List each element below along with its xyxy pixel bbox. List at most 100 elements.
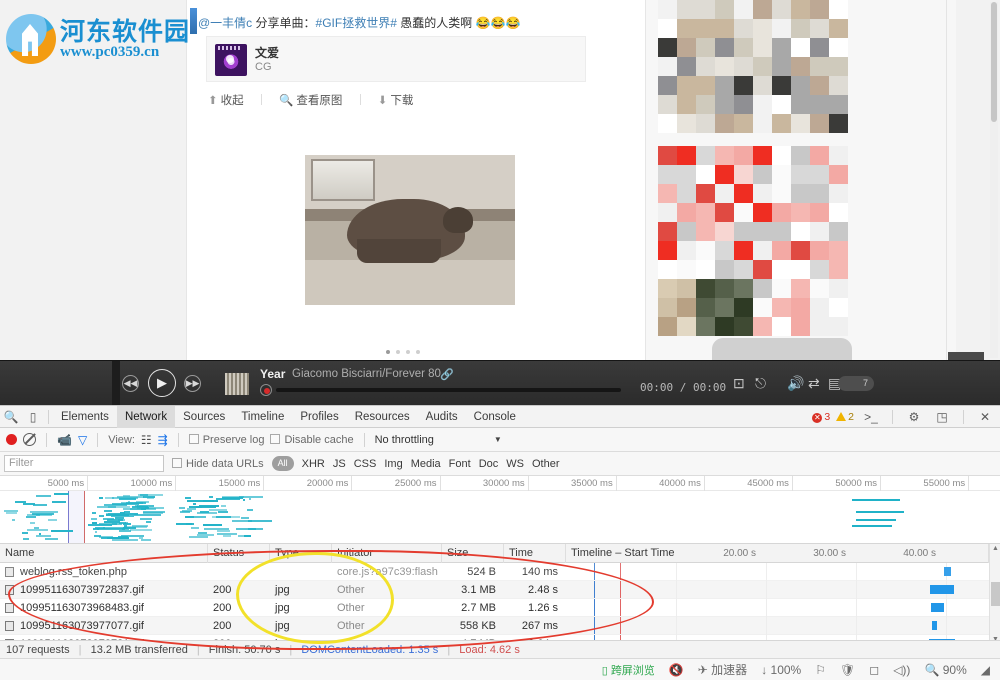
tab-audits[interactable]: Audits bbox=[418, 406, 466, 428]
mosaic-pixel bbox=[772, 279, 791, 298]
sound-icon[interactable]: ◁)) bbox=[893, 663, 910, 677]
mosaic-pixel bbox=[696, 146, 715, 165]
error-count-badge[interactable]: ✕3 bbox=[812, 411, 830, 423]
flag-icon[interactable]: ⚐ bbox=[815, 663, 826, 677]
accelerator-button[interactable]: ✈ 加速器 bbox=[698, 661, 747, 678]
table-row[interactable]: 109951163073968483.gif200jpgOther2.7 MB1… bbox=[0, 599, 1000, 617]
request-count: 107 requests bbox=[6, 644, 70, 656]
mosaic-pixel bbox=[810, 38, 829, 57]
waterfall-gridline bbox=[766, 599, 767, 617]
type-filter-doc[interactable]: Doc bbox=[479, 458, 499, 470]
zoom-level[interactable]: 🔍 90% bbox=[924, 663, 966, 677]
window-icon[interactable]: ◻ bbox=[869, 663, 879, 677]
mosaic-pixel bbox=[734, 95, 753, 114]
column-header-initiator[interactable]: Initiator bbox=[332, 544, 442, 563]
column-header-type[interactable]: Type bbox=[270, 544, 332, 563]
waterfall-view-icon[interactable]: ⇶ bbox=[158, 433, 168, 447]
overview-request-bar bbox=[27, 529, 48, 531]
warning-count: 2 bbox=[848, 411, 854, 423]
table-row[interactable]: 109951163073977077.gif200jpgOther558 KB2… bbox=[0, 617, 1000, 635]
list-view-icon[interactable]: ☷ bbox=[141, 433, 152, 447]
tab-profiles[interactable]: Profiles bbox=[292, 406, 346, 428]
download-action[interactable]: ⬇下载 bbox=[378, 92, 414, 108]
column-header-size[interactable]: Size bbox=[442, 544, 504, 563]
post-mention[interactable]: @一丰倩c bbox=[198, 16, 252, 30]
link-icon[interactable]: 🔗 bbox=[440, 368, 454, 381]
player-play-button[interactable]: ▶ bbox=[148, 369, 176, 397]
type-filter-font[interactable]: Font bbox=[449, 458, 471, 470]
row-size: 3.1 MB bbox=[442, 581, 504, 599]
mosaic-pixel bbox=[791, 57, 810, 76]
type-filter-js[interactable]: JS bbox=[333, 458, 346, 470]
preserve-log-checkbox[interactable]: Preserve log bbox=[189, 434, 265, 446]
download-box-icon[interactable]: ⊡ bbox=[733, 375, 745, 392]
inspect-icon[interactable]: 🔍 bbox=[0, 410, 22, 424]
overview-selection-right-handle[interactable] bbox=[84, 491, 85, 543]
table-row[interactable]: weblog.rss_token.phpcore.js?a97c39:flash… bbox=[0, 563, 1000, 581]
dock-icon[interactable]: ◳ bbox=[931, 410, 953, 424]
type-filter-xhr[interactable]: XHR bbox=[302, 458, 325, 470]
cross-screen-button[interactable]: ▯ 跨屏浏览 bbox=[602, 662, 655, 678]
post-hashtag[interactable]: #GIF拯救世界# bbox=[316, 16, 397, 30]
hide-data-urls-checkbox[interactable]: Hide data URLs bbox=[172, 458, 264, 470]
page-corner-button[interactable]: ⌐ bbox=[948, 352, 984, 360]
chevron-down-icon[interactable]: ▼ bbox=[494, 435, 502, 444]
overview-selection-left-handle[interactable] bbox=[68, 491, 69, 543]
post-gif-image[interactable] bbox=[305, 155, 515, 305]
gif-pagination-dots[interactable] bbox=[386, 350, 420, 354]
record-icon[interactable] bbox=[6, 434, 17, 445]
song-card[interactable]: 文爱 CG bbox=[206, 36, 586, 82]
page-scrollbar[interactable] bbox=[990, 2, 998, 358]
tab-elements[interactable]: Elements bbox=[53, 406, 117, 428]
tab-network[interactable]: Network bbox=[117, 406, 175, 428]
share-icon[interactable]: ⎋ bbox=[755, 375, 766, 392]
table-row[interactable]: 109951163073972837.gif200jpgOther3.1 MB2… bbox=[0, 581, 1000, 599]
type-filter-ws[interactable]: WS bbox=[506, 458, 524, 470]
tab-console[interactable]: Console bbox=[466, 406, 524, 428]
player-next-button[interactable]: ▶▶ bbox=[184, 375, 201, 392]
volume-icon[interactable]: 🔊 bbox=[787, 375, 804, 392]
overview-request-bar bbox=[30, 511, 58, 513]
column-header-name[interactable]: Name bbox=[0, 544, 208, 563]
column-header-time[interactable]: Time bbox=[504, 544, 566, 563]
player-progress-track[interactable] bbox=[276, 388, 621, 392]
warning-count-badge[interactable]: 2 bbox=[836, 411, 854, 423]
filter-input[interactable]: Filter bbox=[4, 455, 164, 472]
throttling-select[interactable]: No throttling bbox=[375, 434, 434, 446]
disable-cache-checkbox[interactable]: Disable cache bbox=[270, 434, 353, 446]
type-filter-img[interactable]: Img bbox=[384, 458, 402, 470]
mosaic-pixel bbox=[677, 203, 696, 222]
network-overview[interactable]: 5000 ms10000 ms15000 ms20000 ms25000 ms3… bbox=[0, 476, 1000, 544]
type-filter-all[interactable]: All bbox=[272, 456, 294, 471]
mosaic-pixel bbox=[753, 203, 772, 222]
shield-icon[interactable]: 🛡 bbox=[840, 663, 855, 677]
camera-icon[interactable]: 📹 bbox=[57, 433, 72, 447]
collapse-action[interactable]: ⬆收起 bbox=[208, 92, 244, 108]
playlist-count-badge[interactable]: 7 bbox=[838, 376, 874, 391]
type-filter-other[interactable]: Other bbox=[532, 458, 560, 470]
close-icon[interactable]: ✕ bbox=[974, 410, 996, 424]
mute-icon[interactable]: 🔇 bbox=[669, 663, 684, 677]
tab-timeline[interactable]: Timeline bbox=[233, 406, 292, 428]
gear-icon[interactable]: ⚙ bbox=[903, 410, 925, 424]
type-filter-css[interactable]: CSS bbox=[354, 458, 377, 470]
clear-icon[interactable] bbox=[23, 433, 36, 446]
column-header-status[interactable]: Status bbox=[208, 544, 270, 563]
mosaic-pixel bbox=[658, 260, 677, 279]
overview-selection[interactable] bbox=[69, 491, 84, 543]
repeat-icon[interactable]: ⇄ bbox=[808, 375, 820, 392]
tab-resources[interactable]: Resources bbox=[347, 406, 418, 428]
type-filter-media[interactable]: Media bbox=[411, 458, 441, 470]
table-scrollbar[interactable]: ▲ ▼ bbox=[989, 544, 1000, 644]
filter-icon[interactable]: ▽ bbox=[78, 433, 87, 447]
player-previous-button[interactable]: ◀◀ bbox=[122, 375, 139, 392]
player-progress-handle[interactable] bbox=[260, 384, 272, 396]
console-prompt-icon[interactable]: >_ bbox=[860, 410, 882, 424]
preserve-log-label: Preserve log bbox=[203, 434, 265, 446]
tab-sources[interactable]: Sources bbox=[175, 406, 233, 428]
download-status[interactable]: ↓ 100% bbox=[761, 663, 801, 677]
device-toolbar-icon[interactable]: ▯ bbox=[22, 410, 44, 424]
mosaic-pixel bbox=[753, 165, 772, 184]
view-original-action[interactable]: 🔍查看原图 bbox=[279, 92, 342, 108]
resize-grip-icon[interactable]: ◢ bbox=[981, 663, 990, 677]
